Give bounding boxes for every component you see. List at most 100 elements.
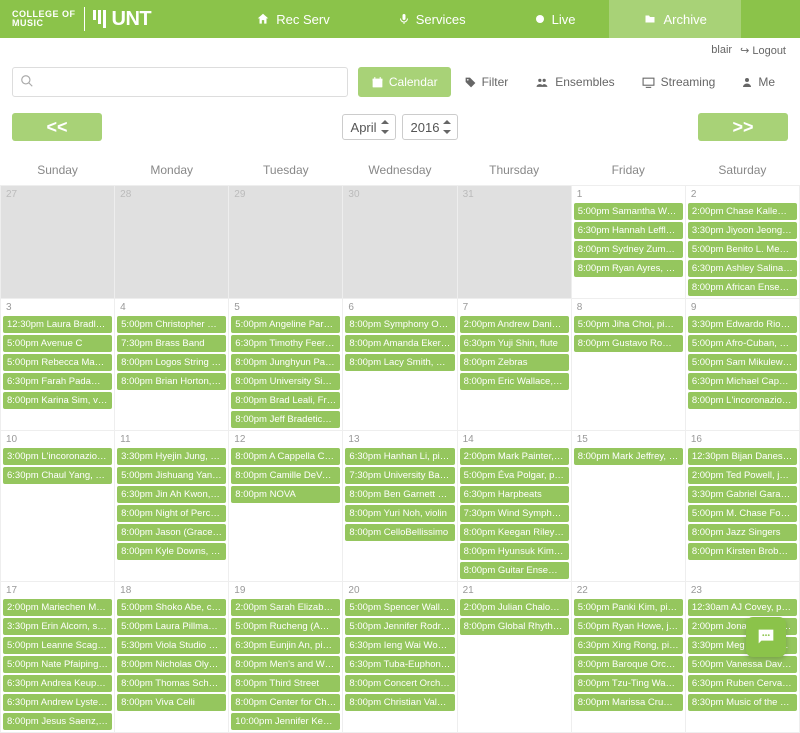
calendar-event[interactable]: 7:30pm Wind Symphony (460, 505, 569, 522)
calendar-event[interactable]: 8:00pm Brian Horton, jazz (117, 373, 226, 390)
year-select[interactable]: 2016 (402, 114, 459, 140)
nav-services[interactable]: Services (364, 0, 500, 38)
calendar-cell[interactable]: 136:30pm Hanhan Li, piano7:30pm Universi… (343, 431, 457, 582)
calendar-event[interactable]: 8:00pm Brad Leali, Fred Ha (231, 392, 340, 409)
calendar-event[interactable]: 8:00pm Christian Valdés & (345, 694, 454, 711)
calendar-event[interactable]: 7:30pm Brass Band (117, 335, 226, 352)
calendar-cell[interactable]: 15:00pm Samantha Wood, s6:30pm Hannah Le… (571, 186, 685, 299)
calendar-event[interactable]: 8:00pm Viva Celli (117, 694, 226, 711)
calendar-cell[interactable]: 103:00pm L'incoronazione di6:30pm Chaul … (1, 431, 115, 582)
calendar-event[interactable]: 5:00pm Rucheng (Amy) Wa (231, 618, 340, 635)
calendar-event[interactable]: 5:00pm Jennifer Rodriguez (345, 618, 454, 635)
calendar-event[interactable]: 8:00pm Gustavo Romero, p (574, 335, 683, 352)
calendar-event[interactable]: 8:00pm Zebras (460, 354, 569, 371)
calendar-event[interactable]: 5:00pm Éva Polgar, piano (460, 467, 569, 484)
calendar-cell[interactable]: 312:30pm Laura Bradley, cla5:00pm Avenue… (1, 299, 115, 431)
calendar-event[interactable]: 12:30pm Laura Bradley, cla (3, 316, 112, 333)
calendar-event[interactable]: 5:00pm Rebecca Maxwell- (3, 354, 112, 371)
calendar-event[interactable]: 5:00pm Jiha Choi, piano (574, 316, 683, 333)
calendar-event[interactable]: 8:30pm Music of the 5th (688, 694, 797, 711)
calendar-event[interactable]: 3:30pm Hyejin Jung, clarine (117, 448, 226, 465)
calendar-event[interactable]: 2:00pm Mariechen Meyer, (3, 599, 112, 616)
calendar-event[interactable]: 8:00pm Ryan Ayres, compo (574, 260, 683, 277)
calendar-cell[interactable]: 192:00pm Sarah Elizabeth Ut5:00pm Ruchen… (229, 582, 343, 733)
calendar-cell[interactable]: 113:30pm Hyejin Jung, clarine5:00pm Jish… (115, 431, 229, 582)
calendar-event[interactable]: 8:00pm Jason (Grace) Kim (117, 524, 226, 541)
calendar-event[interactable]: 6:30pm Hannah Leffler, flut (574, 222, 683, 239)
calendar-event[interactable]: 8:00pm University Singers (231, 373, 340, 390)
calendar-event[interactable]: 8:00pm Guitar Ensemble (460, 562, 569, 579)
calendar-event[interactable]: 6:30pm Michael Capone, g (688, 373, 797, 390)
calendar-event[interactable]: 6:30pm Ashley Salinas, vio (688, 260, 797, 277)
calendar-event[interactable]: 8:00pm Baroque Orchestra (574, 656, 683, 673)
calendar-event[interactable]: 8:00pm Mark Jeffrey, tuba (574, 448, 683, 465)
calendar-event[interactable]: 8:00pm Jazz Singers (688, 524, 797, 541)
calendar-event[interactable]: 6:30pm Jin Ah Kwon, pianc (117, 486, 226, 503)
calendar-event[interactable]: 5:00pm Spencer Wallin, tru (345, 599, 454, 616)
calendar-event[interactable]: 8:00pm African Ensemble (688, 279, 797, 296)
calendar-event[interactable]: 8:00pm Tzu-Ting Wang, cla (574, 675, 683, 692)
calendar-event[interactable]: 5:00pm Christopher Sharpe (117, 316, 226, 333)
calendar-event[interactable]: 8:00pm Keegan Riley & Ch (460, 524, 569, 541)
nav-live[interactable]: Live (500, 0, 610, 38)
calendar-event[interactable]: 3:30pm Erin Alcorn, sopra (3, 618, 112, 635)
calendar-event[interactable]: 5:30pm Viola Studio Ensen (117, 637, 226, 654)
calendar-cell[interactable]: 185:00pm Shoko Abe, collabe5:00pm Laura … (115, 582, 229, 733)
search-input[interactable] (12, 67, 348, 97)
calendar-cell[interactable]: 55:00pm Angeline Park, viol6:30pm Timoth… (229, 299, 343, 431)
chat-button[interactable] (746, 617, 786, 657)
calendar-event[interactable]: 2:00pm Julian Chalon, gui (460, 599, 569, 616)
calendar-event[interactable]: 5:00pm Jishuang Yan, violi (117, 467, 226, 484)
calendar-cell[interactable]: 205:00pm Spencer Wallin, tru5:00pm Jenni… (343, 582, 457, 733)
nav-archive[interactable]: Archive (609, 0, 740, 38)
calendar-event[interactable]: 6:30pm Andrea Keuper, so (3, 675, 112, 692)
calendar-event[interactable]: 3:30pm Gabriel Garabini Sa (688, 486, 797, 503)
calendar-event[interactable]: 6:30pm Chaul Yang, violin (3, 467, 112, 484)
calendar-event[interactable]: 8:00pm Ben Garnett & Mat (345, 486, 454, 503)
calendar-event[interactable]: 2:00pm Andrew Daniel, gu (460, 316, 569, 333)
calendar-event[interactable]: 5:00pm Vanessa Davis, cla (688, 656, 797, 673)
calendar-event[interactable]: 2:00pm Chase Kallemeyn, (688, 203, 797, 220)
calendar-event[interactable]: 8:00pm A Cappella Choir (231, 448, 340, 465)
calendar-cell[interactable]: 27 (1, 186, 115, 299)
calendar-event[interactable]: 8:00pm CelloBellissimo (345, 524, 454, 541)
calendar-cell[interactable]: 1612:30pm Bijan Daneshvar,2:00pm Ted Pow… (685, 431, 799, 582)
calendar-event[interactable]: 8:00pm Kirsten Broberg, c (688, 543, 797, 560)
calendar-event[interactable]: 3:00pm L'incoronazione di (3, 448, 112, 465)
calendar-event[interactable]: 8:00pm Camille DeVore, ja (231, 467, 340, 484)
calendar-event[interactable]: 8:00pm Kyle Downs, guitar (117, 543, 226, 560)
calendar-event[interactable]: 6:30pm Eunjin An, piano (231, 637, 340, 654)
calendar-event[interactable]: 5:00pm Shoko Abe, collabe (117, 599, 226, 616)
calendar-cell[interactable]: 72:00pm Andrew Daniel, gu6:30pm Yuji Shi… (457, 299, 571, 431)
month-select[interactable]: April (342, 114, 396, 140)
calendar-event[interactable]: 8:00pm Center for Chambe (231, 694, 340, 711)
calendar-event[interactable]: 2:00pm Mark Painter, guita (460, 448, 569, 465)
toolbar-calendar[interactable]: Calendar (358, 67, 451, 97)
calendar-event[interactable]: 3:30pm Edwardo Rios, viol (688, 316, 797, 333)
calendar-event[interactable]: 8:00pm Global Rhythms (460, 618, 569, 635)
calendar-event[interactable]: 8:00pm Concert Orchestra (345, 675, 454, 692)
calendar-event[interactable]: 6:30pm Harpbeats (460, 486, 569, 503)
calendar-event[interactable]: 5:00pm Angeline Park, viol (231, 316, 340, 333)
calendar-cell[interactable]: 28 (115, 186, 229, 299)
calendar-event[interactable]: 6:30pm Farah Padamsee, (3, 373, 112, 390)
calendar-event[interactable]: 6:30pm Tuba-Euphonium E (345, 656, 454, 673)
calendar-event[interactable]: 8:00pm Third Street (231, 675, 340, 692)
calendar-event[interactable]: 2:00pm Ted Powell, jazz (688, 467, 797, 484)
calendar-event[interactable]: 8:00pm Sydney Zumwallen (574, 241, 683, 258)
calendar-event[interactable]: 8:00pm Marissa Crumrine, (574, 694, 683, 711)
calendar-cell[interactable]: 212:00pm Julian Chalon, gui8:00pm Global… (457, 582, 571, 733)
nav-rec-serv[interactable]: Rec Serv (222, 0, 363, 38)
calendar-event[interactable]: 5:00pm Benito L. Medrano, (688, 241, 797, 258)
calendar-event[interactable]: 8:00pm Karina Sim, violin (3, 392, 112, 409)
calendar-event[interactable]: 12:30pm Bijan Daneshvar, (688, 448, 797, 465)
calendar-event[interactable]: 5:00pm Sam Mikulewicz, j (688, 354, 797, 371)
calendar-event[interactable]: 10:00pm Jennifer Kennedy (231, 713, 340, 730)
calendar-event[interactable]: 8:00pm Jeff Bradetich & Ci (231, 411, 340, 428)
calendar-event[interactable]: 5:00pm Samantha Wood, s (574, 203, 683, 220)
prev-month-button[interactable]: << (12, 113, 102, 141)
calendar-event[interactable]: 3:30pm Jiyoon Jeong, pian (688, 222, 797, 239)
calendar-event[interactable]: 12:30am AJ Covey, percus (688, 599, 797, 616)
calendar-event[interactable]: 8:00pm Night of Percussion (117, 505, 226, 522)
calendar-event[interactable]: 8:00pm Jesus Saenz, violin (3, 713, 112, 730)
